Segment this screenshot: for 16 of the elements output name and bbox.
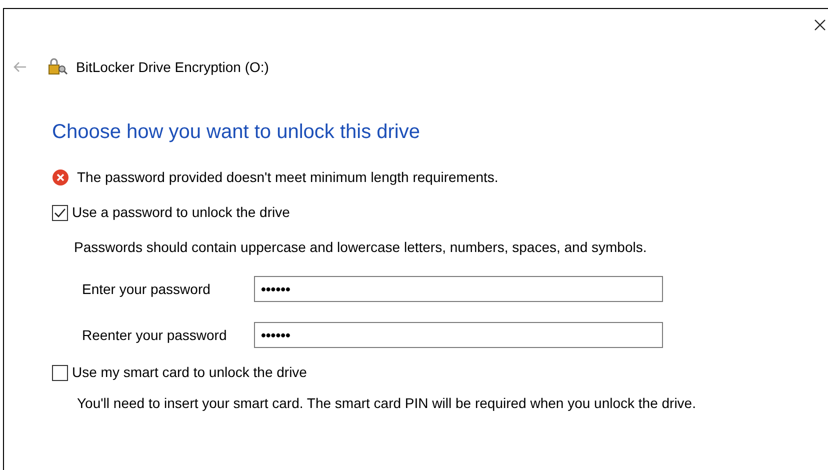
close-button[interactable] [812,17,828,33]
checkbox[interactable] [52,364,68,380]
error-icon [52,169,69,186]
checkbox-label: Use my smart card to unlock the drive [72,363,307,382]
password-field[interactable]: •••••• [254,276,663,302]
option-description: You'll need to insert your smart card. The smart card PIN will be required when you unlock the drive. [77,394,697,413]
option-description: Passwords should contain uppercase and lowercase letters, numbers, spaces, and symbols. [74,238,648,257]
window-title: BitLocker Drive Encryption (O:) [76,58,269,77]
field-label: Enter your password [82,280,212,299]
checkbox[interactable] [52,204,68,220]
checkbox-label: Use a password to unlock the drive [72,203,290,222]
checkmark-icon [54,208,66,218]
page-heading: Choose how you want to unlock this drive [52,120,421,145]
error-message: The password provided doesn't meet minimum length requirements. [77,168,498,187]
password-field[interactable]: •••••• [254,322,663,348]
field-label: Reenter your password [82,326,228,345]
